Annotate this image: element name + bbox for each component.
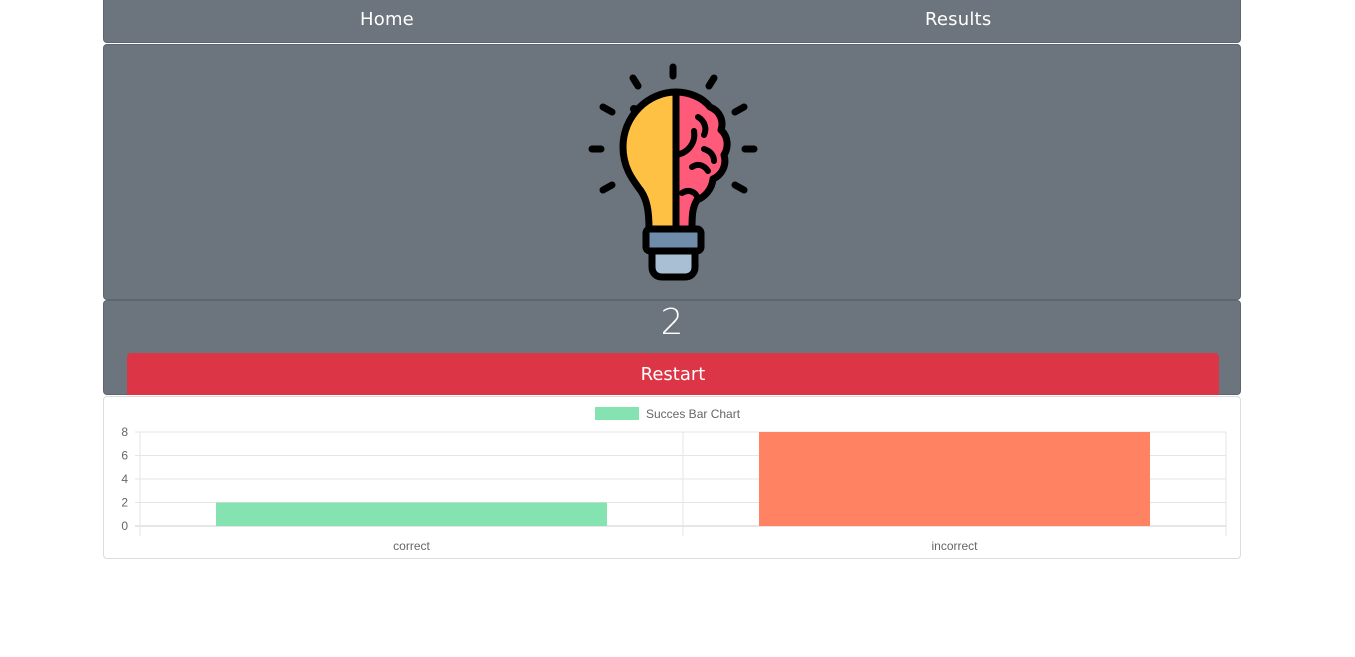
y-tick-label: 4: [121, 472, 128, 486]
nav-results-link[interactable]: Results: [925, 9, 991, 30]
score-value: 2: [660, 302, 684, 343]
y-tick-label: 8: [121, 425, 128, 439]
legend-swatch[interactable]: [595, 407, 639, 420]
hero-card: [103, 44, 1241, 300]
x-tick-label: correct: [393, 539, 430, 553]
restart-button[interactable]: Restart: [127, 353, 1219, 395]
bar-correct: [216, 502, 607, 526]
y-tick-label: 6: [121, 449, 128, 463]
y-tick-label: 2: [121, 496, 128, 510]
x-tick-label: incorrect: [931, 539, 978, 553]
top-nav: Home Results: [103, 0, 1241, 43]
y-tick-label: 0: [121, 519, 128, 533]
success-bar-chart: 0 2 4 6 8 correct incorrect Succes Bar Chart: [121, 407, 1227, 553]
results-chart-card: 0 2 4 6 8 correct incorrect Succes Bar Chart: [103, 396, 1241, 559]
nav-home-link[interactable]: Home: [360, 9, 414, 30]
score-card: 2 Restart: [103, 300, 1241, 395]
lightbulb-brain-icon: [588, 63, 758, 281]
bar-incorrect: [759, 432, 1150, 526]
legend-label[interactable]: Succes Bar Chart: [646, 407, 741, 421]
